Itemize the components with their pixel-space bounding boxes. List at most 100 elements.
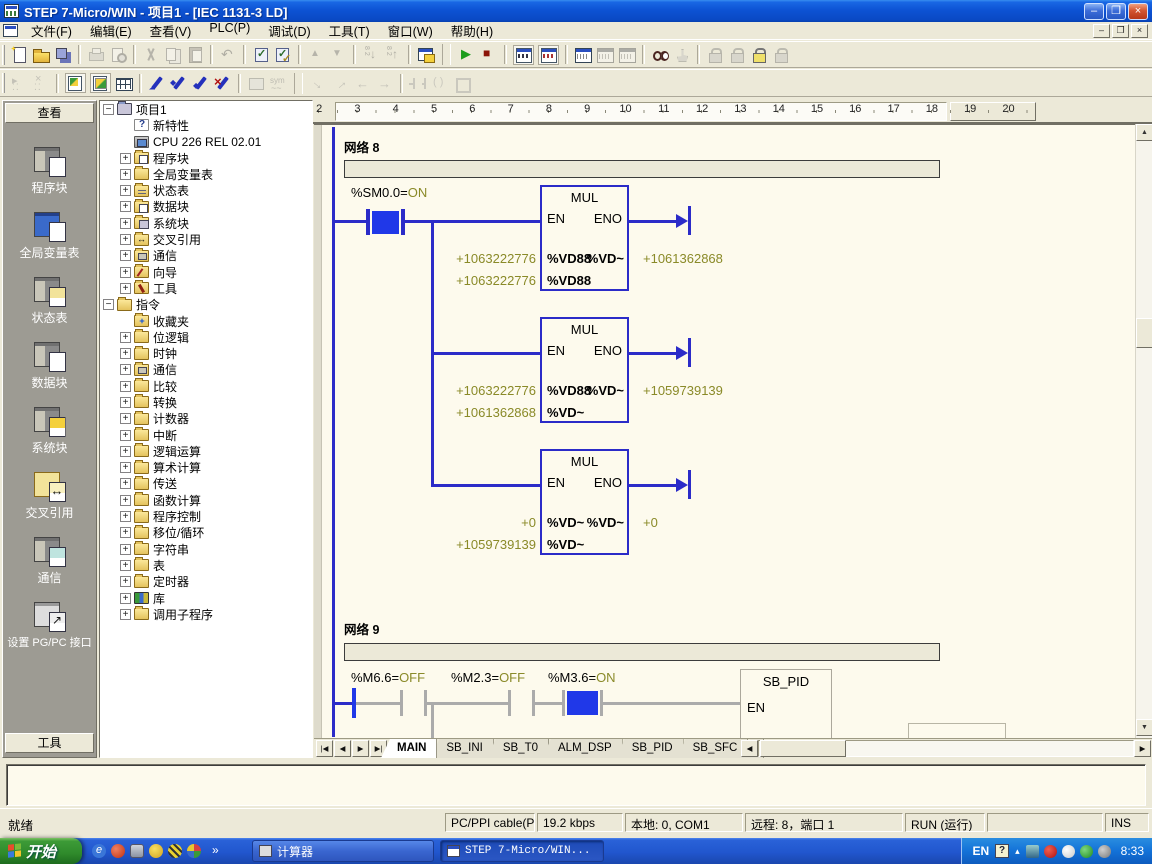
tree-item[interactable]: 新特性	[100, 117, 312, 133]
input-operand[interactable]: %VD88	[547, 273, 591, 288]
quick-launch-icon[interactable]	[111, 844, 125, 858]
quick-launch-icon[interactable]	[149, 844, 163, 858]
toolbar-icon[interactable]	[642, 45, 645, 64]
toolbar-icon[interactable]	[164, 46, 182, 63]
ladder-editor-canvas[interactable]: 网络 8 %SM0.0=ON MUL EN ENO +1063222776 %V…	[314, 124, 1135, 738]
tree-expand-toggle[interactable]	[120, 397, 131, 408]
sb-pid-subroutine-block[interactable]: SB_PID EN	[740, 669, 832, 738]
toolbar-icon[interactable]	[10, 46, 28, 63]
toolbar-icon[interactable]	[513, 45, 534, 65]
tree-expand-toggle[interactable]	[120, 218, 131, 229]
quick-launch-icon[interactable]	[168, 844, 182, 858]
toolbar-icon[interactable]	[269, 75, 287, 92]
toolbar-icon[interactable]	[219, 46, 237, 63]
contact-operand-label[interactable]: %M3.6=ON	[548, 670, 616, 685]
tray-icon[interactable]	[1080, 845, 1093, 858]
tray-icon[interactable]	[1044, 845, 1057, 858]
tree-expand-toggle[interactable]	[120, 462, 131, 473]
output-operand[interactable]: %VD~	[578, 383, 624, 398]
tray-icon[interactable]	[1062, 845, 1075, 858]
toolbar-icon[interactable]	[673, 46, 691, 63]
sidebar-item[interactable]: 全局变量表	[3, 212, 96, 261]
tree-item[interactable]: 交叉引用	[100, 231, 312, 247]
toolbar-icon[interactable]	[417, 46, 435, 63]
tree-expand-toggle[interactable]	[120, 201, 131, 212]
contact-operand-label[interactable]: %M2.3=OFF	[451, 670, 525, 685]
tree-item[interactable]: 算术计算	[100, 460, 312, 476]
toolbar-icon[interactable]	[170, 75, 188, 92]
tree-item[interactable]: 项目1	[100, 101, 312, 117]
toolbar-icon[interactable]	[87, 46, 105, 63]
sidebar-item[interactable]: 通信	[3, 537, 96, 586]
pou-tab[interactable]: SB_T0	[487, 739, 549, 758]
quick-launch-icon[interactable]	[187, 844, 201, 858]
toolbar-icon[interactable]	[651, 46, 669, 63]
menu-item[interactable]: 查看(V)	[141, 20, 201, 41]
toolbar-icon[interactable]	[400, 74, 403, 93]
toolbar-icon[interactable]	[354, 75, 372, 92]
tab-first-button[interactable]: |◀	[316, 740, 333, 757]
toolbar-icon[interactable]	[618, 46, 636, 63]
toolbar-icon[interactable]	[298, 45, 301, 64]
menu-item[interactable]: 文件(F)	[22, 20, 81, 41]
app-icon[interactable]	[4, 4, 19, 18]
toolbar-icon[interactable]	[32, 75, 50, 92]
toolbar-icon[interactable]	[142, 46, 160, 63]
contact-bar[interactable]	[562, 690, 565, 716]
toolbar-icon[interactable]	[54, 46, 72, 63]
menu-item[interactable]: 窗口(W)	[379, 20, 442, 41]
tree-expand-toggle[interactable]	[120, 560, 131, 571]
tree-item[interactable]: 位逻辑	[100, 329, 312, 345]
mdi-child-icon[interactable]	[3, 24, 18, 37]
tree-expand-toggle[interactable]	[120, 267, 131, 278]
taskbar-button-calculator[interactable]: 计算器	[252, 840, 434, 862]
start-button[interactable]: 开始	[0, 838, 82, 864]
restore-button[interactable]: ❐	[1106, 3, 1126, 20]
menu-item[interactable]: 帮助(H)	[442, 20, 502, 41]
contact-operand-label[interactable]: %M6.6=OFF	[351, 670, 425, 685]
help-tray-icon[interactable]: ?	[995, 844, 1009, 858]
contact-energized-fill[interactable]	[567, 691, 598, 715]
tree-expand-toggle[interactable]	[120, 364, 131, 375]
tree-expand-toggle[interactable]	[120, 283, 131, 294]
tree-expand-toggle[interactable]	[120, 511, 131, 522]
toolbar-icon[interactable]	[243, 45, 246, 64]
tree-item[interactable]: 全局变量表	[100, 166, 312, 182]
tray-collapse-icon[interactable]: ▴	[1015, 846, 1020, 857]
tray-icon[interactable]	[1026, 845, 1039, 858]
menu-item[interactable]: PLC(P)	[200, 20, 259, 41]
hscroll-left-icon[interactable]: ◀	[741, 740, 758, 757]
tree-expand-toggle[interactable]	[120, 185, 131, 196]
toolbar-icon[interactable]	[596, 46, 614, 63]
toolbar-icon[interactable]	[750, 46, 768, 63]
toolbar-icon[interactable]	[192, 75, 210, 92]
quick-launch-icon[interactable]: e	[92, 844, 106, 858]
tree-item[interactable]: 通信	[100, 248, 312, 264]
editor-vertical-scrollbar[interactable]: ▲ ▼	[1135, 124, 1152, 738]
menu-item[interactable]: 编辑(E)	[81, 20, 141, 41]
tree-item[interactable]: 定时器	[100, 574, 312, 590]
toolbar-icon[interactable]	[442, 44, 451, 65]
hscroll-right-icon[interactable]: ▶	[1134, 740, 1151, 757]
pou-tab[interactable]: SB_INI	[430, 739, 493, 758]
tree-item[interactable]: 计数器	[100, 411, 312, 427]
tree-item[interactable]: 中断	[100, 427, 312, 443]
toolbar-icon[interactable]	[294, 73, 303, 94]
tree-item[interactable]: 数据块	[100, 199, 312, 215]
tree-item[interactable]: 表	[100, 557, 312, 573]
toolbar-icon[interactable]	[133, 45, 136, 64]
tree-expand-toggle[interactable]	[120, 593, 131, 604]
toolbar-icon[interactable]	[148, 75, 166, 92]
network-8-comment[interactable]	[344, 160, 940, 178]
tree-expand-toggle[interactable]	[120, 495, 131, 506]
tree-item[interactable]: 工具	[100, 280, 312, 296]
tab-next-button[interactable]: ▶	[352, 740, 369, 757]
toolbar-icon[interactable]	[238, 74, 241, 93]
contact-bar[interactable]	[400, 690, 403, 716]
toolbar-icon[interactable]	[32, 46, 50, 63]
toolbar-icon[interactable]	[56, 74, 59, 93]
tree-expand-toggle[interactable]	[120, 153, 131, 164]
tree-item[interactable]: 移位/循环	[100, 525, 312, 541]
toolbar-icon[interactable]	[362, 46, 380, 63]
contact-bar[interactable]	[366, 209, 370, 235]
